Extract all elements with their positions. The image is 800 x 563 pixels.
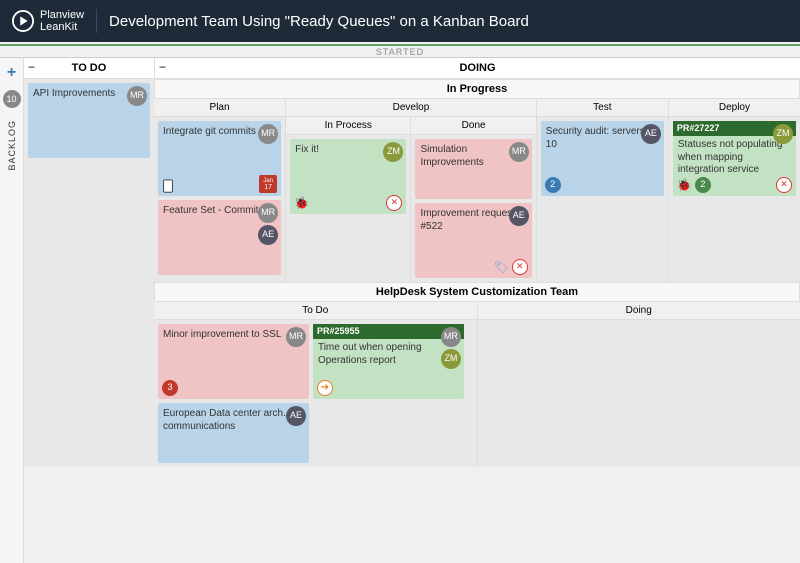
swimlane-in-progress[interactable]: In Progress (154, 79, 800, 99)
card-simulation[interactable]: Simulation Improvements MR (415, 139, 531, 199)
started-strip: STARTED (0, 44, 800, 58)
calendar-icon: Jan17 (259, 175, 277, 193)
card-security-audit[interactable]: Security audit: servers 1-10 AE 2 (541, 121, 664, 196)
tag-icon: 🏷 (494, 260, 509, 275)
subcol-done[interactable]: Done (411, 117, 535, 135)
column-header-todo[interactable]: − TO DO (24, 58, 154, 78)
subcol-test[interactable]: Test (537, 99, 668, 117)
play-icon (12, 10, 34, 32)
card-eu-datacenter[interactable]: European Data center arch. communication… (158, 403, 309, 463)
kanban-board: − TO DO − DOING API Improvements MR In P… (24, 58, 800, 563)
card-integrate-git[interactable]: Integrate git commits MR Jan17 (158, 121, 281, 196)
avatar[interactable]: AE (509, 206, 529, 226)
avatar[interactable]: AE (641, 124, 661, 144)
card-ssl[interactable]: Minor improvement to SSL MR 3 (158, 324, 309, 399)
subcol-hd-todo[interactable]: To Do (154, 302, 477, 320)
collapse-icon[interactable]: − (159, 60, 166, 74)
card-fix-it[interactable]: Fix it! ZM 🐞 ✕ (290, 139, 406, 214)
swimlane-helpdesk[interactable]: HelpDesk System Customization Team (154, 282, 800, 302)
backlog-count[interactable]: 10 (3, 90, 21, 108)
avatar[interactable]: AE (258, 225, 278, 245)
avatar[interactable]: ZM (773, 124, 793, 144)
bug-icon: 🐞 (677, 178, 692, 193)
subcol-deploy[interactable]: Deploy (669, 99, 800, 117)
add-button[interactable]: + (7, 64, 16, 82)
avatar[interactable]: AE (286, 406, 306, 426)
bug-icon: 🐞 (294, 196, 309, 211)
app-header: Planview LeanKit Development Team Using … (0, 0, 800, 42)
doing-column: In Progress Plan Integrate git commits M… (154, 79, 800, 467)
avatar[interactable]: MR (286, 327, 306, 347)
count-badge: 2 (545, 177, 561, 193)
blocked-icon[interactable]: ✕ (386, 195, 402, 211)
left-sidebar: + 10 BACKLOG (0, 58, 24, 563)
subcol-plan[interactable]: Plan (154, 99, 285, 117)
column-header-doing[interactable]: − DOING (154, 58, 800, 78)
todo-column: API Improvements MR (24, 79, 154, 467)
card-pr25955[interactable]: PR#25955 Time out when opening Operation… (313, 324, 464, 399)
device-icon (162, 179, 174, 193)
brand-line1: Planview (40, 9, 84, 21)
count-badge: 3 (162, 380, 178, 396)
divider (96, 9, 97, 33)
avatar[interactable]: MR (509, 142, 529, 162)
backlog-label[interactable]: BACKLOG (7, 120, 17, 171)
card-improvement-522[interactable]: Improvement request #522 AE 🏷✕ (415, 203, 531, 278)
brand-line2: LeanKit (40, 21, 84, 33)
blocked-icon[interactable]: ✕ (512, 259, 528, 275)
avatar[interactable]: MR (127, 86, 147, 106)
avatar[interactable]: ZM (383, 142, 403, 162)
blocked-icon[interactable]: ✕ (776, 177, 792, 193)
subcol-hd-doing[interactable]: Doing (478, 302, 800, 320)
card-pr27227[interactable]: PR#27227 Statuses not populating when ma… (673, 121, 796, 196)
collapse-icon[interactable]: − (28, 60, 35, 74)
avatar[interactable]: MR (258, 124, 278, 144)
brand-logo: Planview LeanKit (12, 9, 84, 33)
avatar[interactable]: MR (441, 327, 461, 347)
arrow-icon: ➔ (317, 380, 333, 396)
count-badge: 2 (695, 177, 711, 193)
avatar[interactable]: MR (258, 203, 278, 223)
subcol-in-process[interactable]: In Process (286, 117, 410, 135)
card-api-improvements[interactable]: API Improvements MR (28, 83, 150, 158)
subcol-develop[interactable]: Develop (286, 99, 536, 117)
card-feature-set[interactable]: Feature Set - Commits MR AE (158, 200, 281, 275)
page-title: Development Team Using "Ready Queues" on… (109, 13, 529, 30)
avatar[interactable]: ZM (441, 349, 461, 369)
